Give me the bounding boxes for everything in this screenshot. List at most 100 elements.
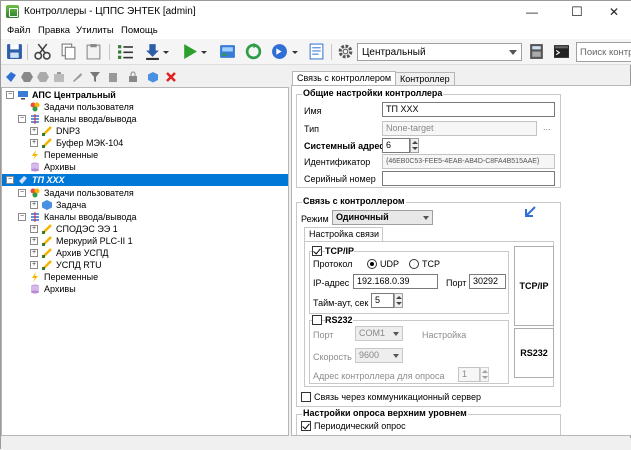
tree-node-label: Переменные [44,272,99,282]
gear-icon[interactable] [337,43,354,60]
comm-server-checkbox[interactable] [301,392,311,402]
filter-icon[interactable] [89,71,101,83]
rs232-side-button[interactable]: RS232 [514,328,554,378]
download-config-icon[interactable] [144,43,161,60]
channel-plug-icon [42,126,52,136]
expand-toggle[interactable]: + [30,201,38,209]
controller-device-icon[interactable] [219,43,236,60]
menu-utilities[interactable]: Утилиты [76,25,114,36]
tcp-radio[interactable] [409,259,419,269]
menu-file[interactable]: Файл [7,25,30,36]
paste-icon[interactable] [85,43,102,60]
tab-link-settings[interactable]: Настройка связи [304,227,383,241]
server-select[interactable]: Центральный [357,43,522,61]
calculator-icon[interactable] [528,43,545,60]
report-icon[interactable] [308,43,325,60]
computer-icon [18,91,28,100]
download-dropdown-arrow[interactable] [163,51,169,54]
close-button[interactable]: ✕ [594,1,631,23]
tree-node-aps-central[interactable]: − АПС Центральный [4,89,288,101]
tcp-checkbox[interactable] [312,246,322,256]
cut-icon[interactable] [34,43,51,60]
terminal-icon[interactable] [553,43,570,60]
delete-icon[interactable] [165,71,177,83]
tab-controller[interactable]: Контроллер [395,72,455,86]
forward-dropdown-arrow[interactable] [292,51,298,54]
wrench-icon[interactable] [71,71,83,83]
cube-icon[interactable] [147,71,159,83]
timeout-spinner[interactable] [394,293,403,308]
minimize-button[interactable]: — [512,1,552,23]
tree-node-label: Задача [56,200,87,210]
general-settings-title: Общие настройки контроллера [302,88,444,98]
tree-node-label: ТП ХХХ [32,175,65,185]
rs232-port-select: COM1 [355,326,403,341]
expand-toggle[interactable]: + [30,261,38,269]
tree-node-label: Архивы [44,162,76,172]
run-icon[interactable] [181,43,198,60]
rs232-port-label: Порт [313,330,334,340]
udp-radio[interactable] [367,259,377,269]
sysaddr-spinner[interactable] [410,138,419,153]
arrow-down-left-icon[interactable] [524,206,536,218]
search-input[interactable] [577,43,631,61]
run-dropdown-arrow[interactable] [201,51,207,54]
ip-label: IP-адрес [313,278,350,288]
menu-edit[interactable]: Правка [38,25,70,36]
hexagon-icon[interactable] [21,71,33,83]
tcp-side-button[interactable]: TCP/IP [514,246,554,326]
refresh-icon[interactable] [245,43,262,60]
expand-toggle[interactable]: + [30,139,38,147]
expand-toggle[interactable]: + [30,237,38,245]
speed-label: Скорость [313,352,352,362]
serial-field[interactable] [382,171,555,186]
list-view-icon[interactable] [117,43,134,60]
tree-node-tp-xxx[interactable]: − ТП ХХХ [2,174,288,186]
delete-item-icon[interactable] [107,71,119,83]
copy-icon[interactable] [60,43,77,60]
tree-node-label: Буфер МЭК-104 [56,138,124,148]
expand-toggle[interactable]: + [30,249,38,257]
save-icon[interactable] [6,43,23,60]
sysaddr-field[interactable]: 6 [382,138,410,153]
tree-node-label: УСПД RTU [56,260,102,270]
app-icon [6,5,19,18]
periodic-poll-checkbox[interactable] [301,421,311,431]
maximize-button[interactable]: ☐ [557,1,597,23]
protocol-label: Протокол [313,259,353,269]
add-controller-icon[interactable] [5,71,17,83]
type-browse-button[interactable]: ... [543,122,551,132]
rs232-checkbox[interactable] [312,315,322,325]
hexagon-icon[interactable] [37,71,49,83]
expand-toggle[interactable]: + [30,127,38,135]
tree-node-label: Каналы ввода/вывода [44,114,137,124]
tree-node-label: Каналы ввода/вывода [44,212,137,222]
tree-node-label: Задачи пользователя [44,102,134,112]
mode-select[interactable]: Одиночный [332,210,433,225]
channel-plug-icon [42,138,52,148]
expand-toggle[interactable]: + [30,225,38,233]
search-box[interactable] [576,42,631,62]
tab-link[interactable]: Связь с контроллером [292,71,397,86]
collapse-toggle[interactable]: − [6,91,14,99]
name-field[interactable]: ТП ХХХ [382,102,555,117]
type-field: None-target [382,121,537,136]
collapse-toggle[interactable]: − [18,189,26,197]
collapse-toggle[interactable]: − [18,115,26,123]
timeout-field[interactable]: 5 [371,293,394,308]
chevron-down-icon [393,332,399,336]
collapse-toggle[interactable]: − [6,176,14,184]
controllers-tree[interactable]: − АПС Центральный Задачи пользователя − … [1,87,289,436]
menu-help[interactable]: Помощь [121,25,158,36]
toolbar-separator [331,44,332,60]
forward-icon[interactable] [271,43,288,60]
archive-icon [31,162,39,172]
ip-field[interactable]: 192.168.0.39 [353,274,438,289]
tasks-icon [30,102,40,112]
export-icon[interactable] [53,71,65,83]
port-field[interactable]: 30292 [469,274,506,289]
rs232-settings-label: Настройка [422,330,467,340]
collapse-toggle[interactable]: − [18,213,26,221]
poll-address-label: Адрес контроллера для опроса [313,371,445,381]
lock-icon[interactable] [127,71,139,83]
